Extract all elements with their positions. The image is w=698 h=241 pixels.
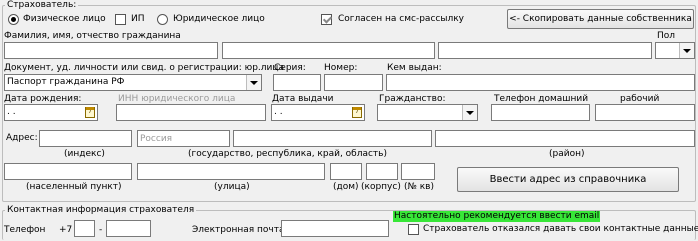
contact-refused-checkbox[interactable] <box>408 224 419 235</box>
last-name-input[interactable] <box>4 42 218 59</box>
sms-consent-label: Согласен на смс-рассылку <box>338 14 464 24</box>
document-type-value: Паспорт гражданина РФ <box>7 77 125 87</box>
gender-label: Пол <box>657 31 676 41</box>
phone-prefix: +7 <box>59 225 73 235</box>
legal-person-label: Юридическое лицо <box>173 14 265 24</box>
street-input[interactable] <box>137 163 325 180</box>
physical-person-radio[interactable] <box>8 14 19 25</box>
locality-input[interactable] <box>4 163 132 180</box>
contact-refused-label: Страхователь отказался давать свои конта… <box>423 224 698 234</box>
citizenship-select[interactable] <box>377 104 478 121</box>
ip-label: ИП <box>131 14 145 24</box>
gender-select[interactable] <box>655 42 695 59</box>
apartment-caption: (№ кв) <box>404 182 434 192</box>
series-input[interactable] <box>273 74 321 91</box>
building-caption: (корпус) <box>361 182 401 192</box>
work-phone-input[interactable] <box>595 104 695 121</box>
gender-dropdown-arrow[interactable] <box>679 43 694 58</box>
insured-group-title: Страхователь: <box>5 0 79 11</box>
issue-date-value: . . <box>274 107 283 117</box>
ip-checkbox[interactable] <box>115 14 126 25</box>
birth-date-input[interactable]: . . 7 <box>4 104 98 121</box>
email-label: Электронная почта <box>192 225 285 235</box>
chevron-down-icon <box>250 80 258 85</box>
chevron-down-icon <box>466 110 474 115</box>
index-caption: (индекс) <box>64 149 105 159</box>
issued-by-label: Кем выдан: <box>387 63 442 73</box>
document-type-select[interactable]: Паспорт гражданина РФ <box>4 74 262 91</box>
number-input[interactable] <box>324 74 383 91</box>
series-label: Серия: <box>274 63 306 73</box>
contact-group-title: Контактная информация страхователя <box>5 205 197 216</box>
calendar-icon[interactable]: 7 <box>85 107 95 118</box>
issued-by-input[interactable] <box>386 74 695 91</box>
email-notice: Настоятельно рекомендуется ввести email <box>393 211 601 222</box>
number-label: Номер: <box>324 63 358 73</box>
address-book-button[interactable]: Ввести адрес из справочника <box>457 167 679 192</box>
apartment-input[interactable] <box>401 163 435 180</box>
legal-person-radio[interactable] <box>157 14 168 25</box>
phone-label: Телефон <box>4 225 46 235</box>
region-caption: (государство, республика, край, область) <box>188 149 387 159</box>
district-input[interactable] <box>435 130 695 147</box>
postal-index-input[interactable] <box>39 130 132 147</box>
copy-owner-data-button[interactable]: <- Скопировать данные собственника <box>507 9 694 29</box>
document-label: Документ, уд. личности или свид. о регис… <box>4 63 285 73</box>
first-name-input[interactable] <box>222 42 435 59</box>
fio-label: Фамилия, имя, отчество гражданина <box>4 31 181 41</box>
physical-person-label: Физическое лицо <box>23 14 106 24</box>
house-input[interactable] <box>330 163 362 180</box>
region-input[interactable] <box>233 130 432 147</box>
locality-caption: (населенный пункт) <box>26 182 122 192</box>
district-caption: (район) <box>549 149 585 159</box>
inn-input[interactable] <box>116 104 266 121</box>
phone-number-input[interactable] <box>106 220 151 237</box>
email-input[interactable] <box>281 220 389 237</box>
house-caption: (дом) <box>333 182 359 192</box>
sms-consent-checkbox[interactable] <box>321 14 332 25</box>
document-type-dropdown-arrow[interactable] <box>246 75 261 90</box>
citizenship-dropdown-arrow[interactable] <box>462 105 477 120</box>
address-label: Адрес: <box>6 133 38 143</box>
birth-date-value: . . <box>7 107 16 117</box>
phone-code-input[interactable] <box>74 220 95 237</box>
home-phone-input[interactable] <box>491 104 590 121</box>
chevron-down-icon <box>683 48 691 53</box>
street-caption: (улица) <box>214 182 250 192</box>
calendar-icon[interactable]: 7 <box>352 107 362 118</box>
middle-name-input[interactable] <box>438 42 652 59</box>
issue-date-input[interactable]: . . 7 <box>271 104 365 121</box>
phone-dash: - <box>99 225 103 235</box>
country-region-input[interactable] <box>137 130 230 147</box>
building-input[interactable] <box>366 163 398 180</box>
